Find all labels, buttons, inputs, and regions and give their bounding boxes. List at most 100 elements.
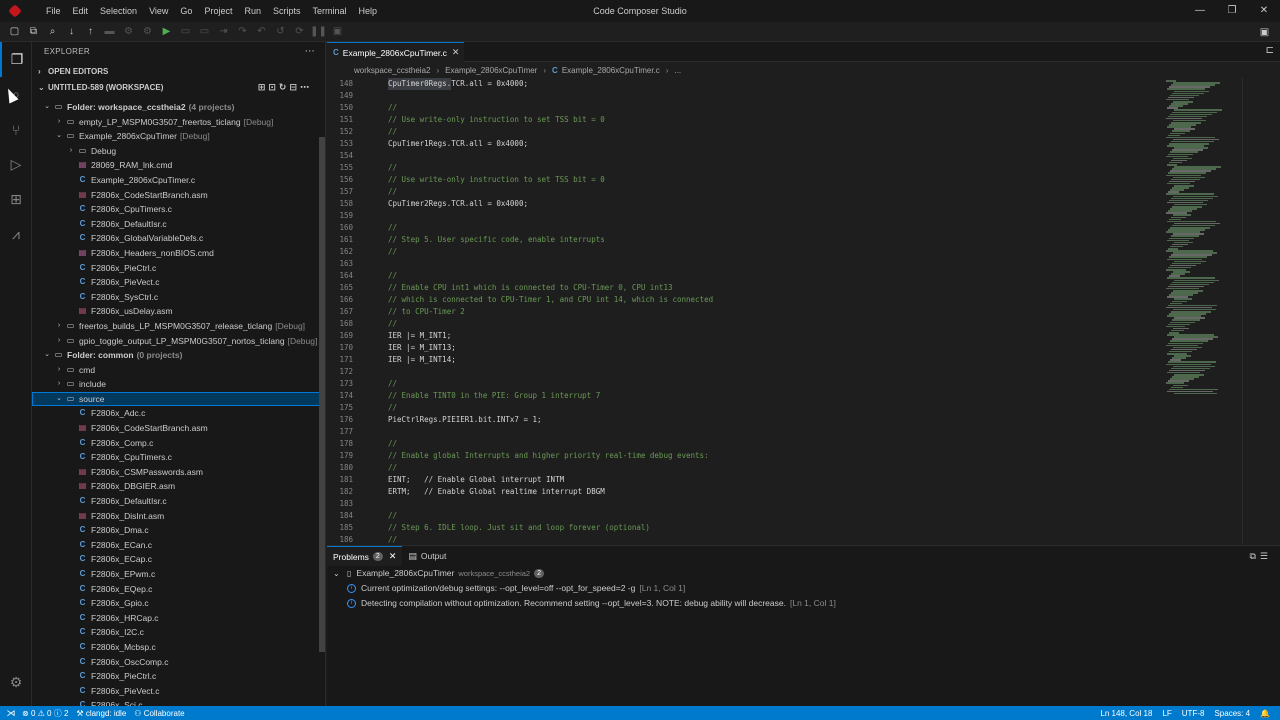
run-debug-icon[interactable]: ▷ xyxy=(0,147,32,182)
tree-folder[interactable]: › ▭ include xyxy=(32,377,320,392)
tree-file[interactable]: ▤ F2806x_usDelay.asm xyxy=(32,304,320,319)
tree-file[interactable]: C F2806x_ECan.c xyxy=(32,538,320,553)
tree-file[interactable]: ▤ F2806x_DBGIER.asm xyxy=(32,479,320,494)
problem-item[interactable]: i Detecting compilation without optimiza… xyxy=(347,596,836,611)
menu-selection[interactable]: Selection xyxy=(94,0,143,22)
menu-go[interactable]: Go xyxy=(174,0,198,22)
toggle-panel-icon[interactable]: ▣ xyxy=(1255,24,1274,40)
tree-folder[interactable]: ⌄ ▭ Example_2806xCpuTimer [Debug] xyxy=(32,129,320,144)
workspace-section[interactable]: ⌄ UNTITLED-589 (WORKSPACE) ⊞⊡↻⊟⋯ xyxy=(32,79,320,96)
tree-file[interactable]: C F2806x_HRCap.c xyxy=(32,611,320,626)
indentation[interactable]: Spaces: 4 xyxy=(1214,709,1250,718)
tree-file[interactable]: C F2806x_Dma.c xyxy=(32,523,320,538)
tree-file[interactable]: C F2806x_Gpio.c xyxy=(32,596,320,611)
clangd-status[interactable]: ⚒ clangd: idle xyxy=(76,709,126,718)
breadcrumb-workspace[interactable]: workspace_ccstheia2 xyxy=(354,66,430,75)
tree-file[interactable]: C F2806x_DefaultIsr.c xyxy=(32,217,320,232)
tree-file[interactable]: C F2806x_PieVect.c xyxy=(32,684,320,699)
tree-file[interactable]: C F2806x_PieVect.c xyxy=(32,275,320,290)
tree-file[interactable]: C F2806x_OscComp.c xyxy=(32,655,320,670)
tree-file[interactable]: ▤ F2806x_CodeStartBranch.asm xyxy=(32,421,320,436)
breadcrumb-symbol[interactable]: ... xyxy=(674,66,681,75)
tree-file[interactable]: C F2806x_EQep.c xyxy=(32,582,320,597)
tree-file[interactable]: C F2806x_DefaultIsr.c xyxy=(32,494,320,509)
close-icon[interactable]: ✕ xyxy=(452,47,460,58)
graph-icon[interactable]: ⩘ xyxy=(0,217,32,252)
tree-file[interactable]: ▤ 28069_RAM_lnk.cmd xyxy=(32,158,320,173)
close-icon[interactable]: ✕ xyxy=(389,551,397,562)
stop-icon[interactable]: ▭ xyxy=(176,24,195,40)
tree-file[interactable]: C F2806x_Comp.c xyxy=(32,436,320,451)
tree-file[interactable]: C F2806x_CpuTimers.c xyxy=(32,450,320,465)
tree-file[interactable]: ▤ F2806x_CodeStartBranch.asm xyxy=(32,188,320,203)
flash-icon[interactable]: ⚙ xyxy=(138,24,157,40)
tree-file[interactable]: C F2806x_I2C.c xyxy=(32,625,320,640)
settings-gear-icon[interactable]: ⚙ xyxy=(0,665,32,700)
cursor-position[interactable]: Ln 148, Col 18 xyxy=(1100,709,1152,718)
reset-icon[interactable]: ⟳ xyxy=(290,24,309,40)
terminate-icon[interactable]: ▣ xyxy=(328,24,347,40)
breadcrumb-file[interactable]: Example_2806xCpuTimer.c xyxy=(562,66,660,75)
tree-file[interactable]: C F2806x_PieCtrl.c xyxy=(32,669,320,684)
workspace-actions[interactable]: ⊞⊡↻⊟⋯ xyxy=(258,79,312,96)
tree-folder[interactable]: ⌄ ▭ Folder: common (0 projects) xyxy=(32,348,320,363)
tree-folder[interactable]: › ▭ Debug xyxy=(32,144,320,159)
tree-folder[interactable]: › ▭ empty_LP_MSPM0G3507_freertos_ticlang [D… xyxy=(32,115,320,130)
tree-file[interactable]: ▤ F2806x_CSMPasswords.asm xyxy=(32,465,320,480)
tree-folder[interactable]: ⌄ ▭ source xyxy=(32,391,320,407)
tree-file[interactable]: C F2806x_SysCtrl.c xyxy=(32,290,320,305)
tree-file[interactable]: C F2806x_Adc.c xyxy=(32,406,320,421)
more-actions-icon[interactable]: ⋯ xyxy=(305,42,315,62)
build-icon[interactable]: ▬ xyxy=(100,24,119,40)
tab-problems[interactable]: Problems 2 ✕ xyxy=(327,546,403,566)
step-into-icon[interactable]: ⇥ xyxy=(214,24,233,40)
tree-file[interactable]: C F2806x_ECap.c xyxy=(32,552,320,567)
tree-folder[interactable]: › ▭ freertos_builds_LP_MSPM0G3507_release_… xyxy=(32,319,320,334)
tree-file[interactable]: C F2806x_Sci.c xyxy=(32,698,320,706)
tree-file[interactable]: C Example_2806xCpuTimer.c xyxy=(32,173,320,188)
encoding[interactable]: UTF-8 xyxy=(1182,709,1205,718)
tree-file[interactable]: ▤ F2806x_Headers_nonBIOS.cmd xyxy=(32,246,320,261)
source-control-icon[interactable]: ⑂ xyxy=(0,112,32,147)
remote-icon[interactable]: ⋊ xyxy=(0,706,22,720)
tree-file[interactable]: C F2806x_Mcbsp.c xyxy=(32,640,320,655)
tree-file[interactable]: ▤ F2806x_DisInt.asm xyxy=(32,509,320,524)
maximize-button[interactable]: ❐ xyxy=(1216,0,1248,22)
problem-group[interactable]: ⌄ ▯ Example_2806xCpuTimer workspace_ccst… xyxy=(333,566,544,581)
step-over-icon[interactable]: ↷ xyxy=(233,24,252,40)
panel-actions[interactable]: ⧉☰ xyxy=(1250,551,1273,562)
close-window-button[interactable]: ✕ xyxy=(1248,0,1280,22)
menu-view[interactable]: View xyxy=(143,0,174,22)
menu-scripts[interactable]: Scripts xyxy=(267,0,307,22)
collaborate-button[interactable]: ⚇ Collaborate xyxy=(134,709,184,718)
tab-output[interactable]: ▤ Output xyxy=(402,546,452,566)
breadcrumb-project[interactable]: Example_2806xCpuTimer xyxy=(445,66,537,75)
step-out-icon[interactable]: ↶ xyxy=(252,24,271,40)
explorer-icon[interactable]: ❐ xyxy=(0,42,32,77)
suspend-icon[interactable]: ❚❚ xyxy=(309,24,328,40)
menu-edit[interactable]: Edit xyxy=(67,0,95,22)
menu-help[interactable]: Help xyxy=(353,0,384,22)
connect-icon[interactable]: ▭ xyxy=(195,24,214,40)
menu-run[interactable]: Run xyxy=(238,0,267,22)
menu-file[interactable]: File xyxy=(40,0,67,22)
debug-run-icon[interactable]: ▶ xyxy=(157,24,176,40)
sidebar-scrollbar[interactable] xyxy=(319,137,325,652)
search-icon[interactable]: ⌕ xyxy=(43,24,62,40)
problems-status[interactable]: ⊗ 0 ⚠ 0 ⓘ 2 xyxy=(22,708,68,719)
tree-folder[interactable]: ⌄ ▭ Folder: workspace_ccstheia2 (4 projects… xyxy=(32,100,320,115)
bell-icon[interactable]: 🔔 xyxy=(1260,709,1270,718)
tree-folder[interactable]: › ▭ cmd xyxy=(32,363,320,378)
debug-settings-icon[interactable]: ⚙ xyxy=(119,24,138,40)
editor-scrollbar[interactable] xyxy=(1242,78,1250,544)
open-editors-section[interactable]: › OPEN EDITORS xyxy=(32,63,320,80)
tree-folder[interactable]: › ▭ gpio_toggle_output_LP_MSPM0G3507_norto… xyxy=(32,334,320,349)
tab-example-cputimer[interactable]: C Example_2806xCpuTimer.c ✕ xyxy=(327,42,464,62)
arrow-down-icon[interactable]: ↓ xyxy=(62,24,81,40)
minimap[interactable] xyxy=(1162,78,1242,544)
arrow-up-icon[interactable]: ↑ xyxy=(81,24,100,40)
code-editor[interactable]: 148 CpuTimer0Regs.TCR.all = 0x4000; 149 150… xyxy=(327,78,1162,544)
tree-file[interactable]: C F2806x_GlobalVariableDefs.c xyxy=(32,231,320,246)
extensions-icon[interactable]: ⊞ xyxy=(0,182,32,217)
tree-file[interactable]: C F2806x_CpuTimers.c xyxy=(32,202,320,217)
